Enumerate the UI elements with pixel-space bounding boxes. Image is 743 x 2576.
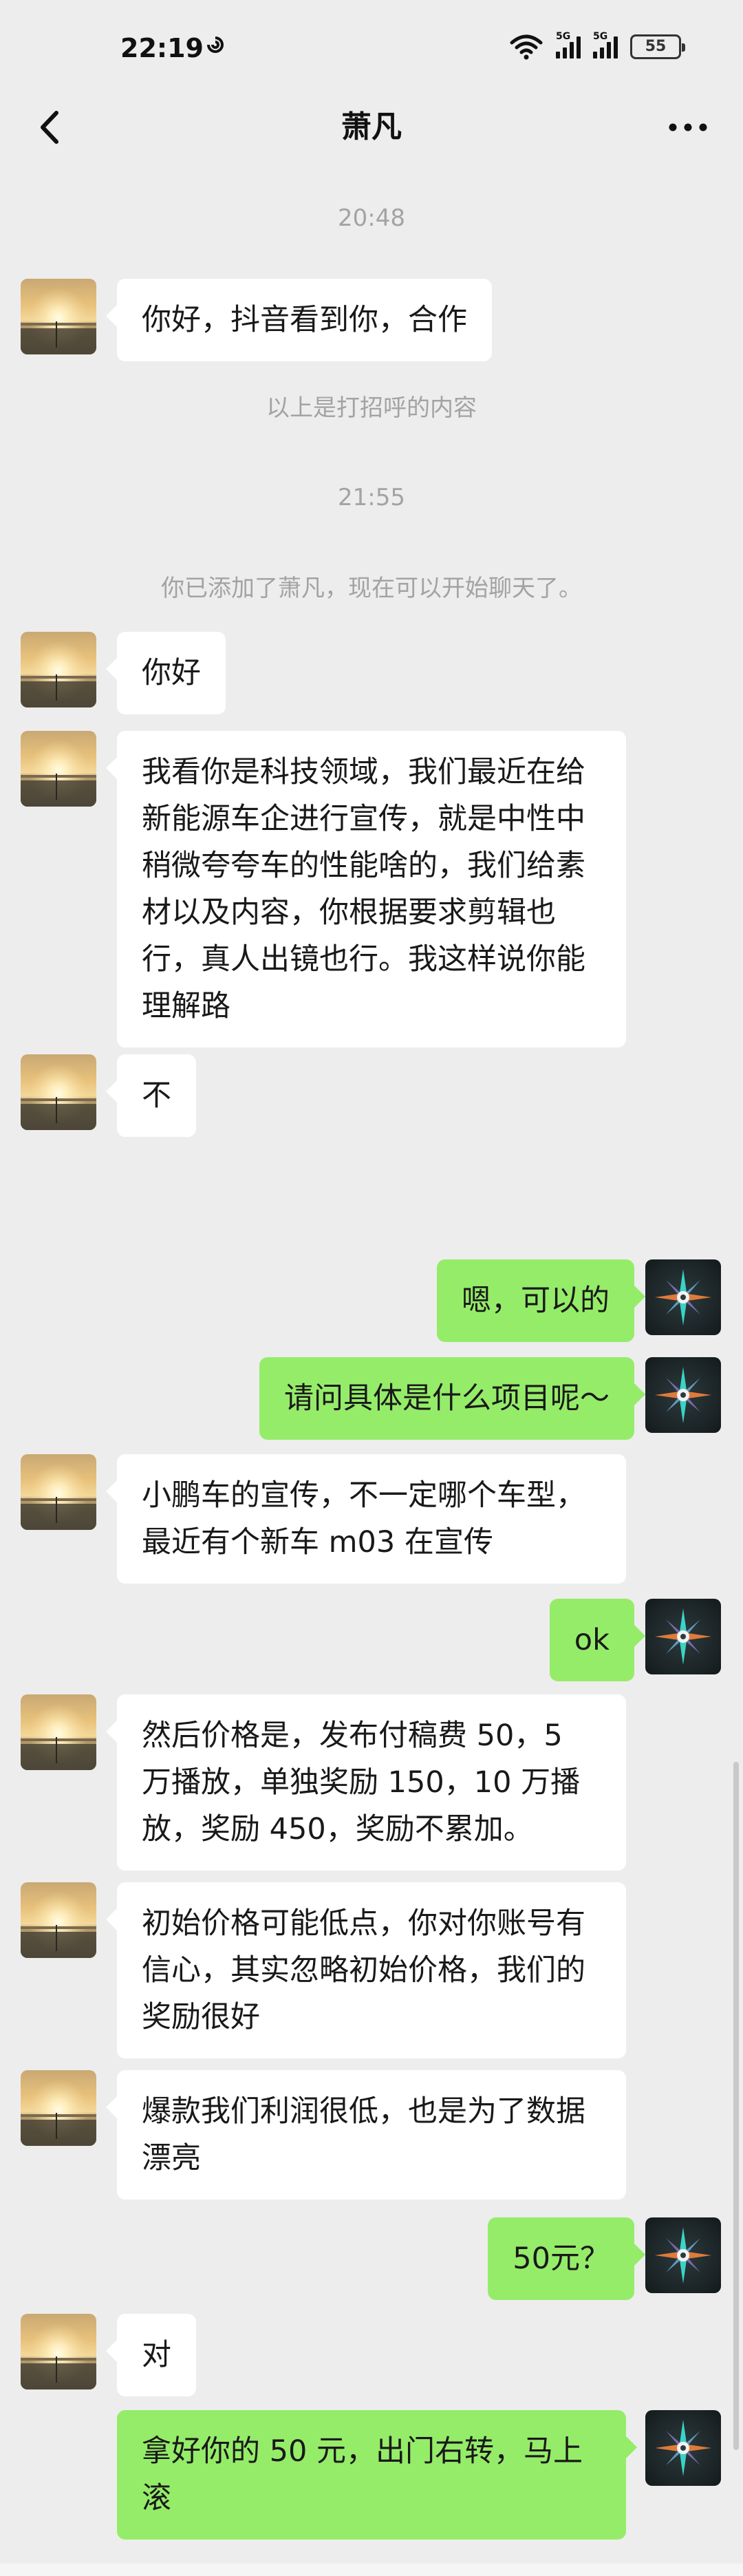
sunset-avatar-image <box>21 1882 96 1958</box>
message-bubble-incoming[interactable]: 爆款我们利润很低，也是为了数据漂亮 <box>106 2070 626 2200</box>
location-icon <box>207 36 224 53</box>
contact-avatar[interactable] <box>21 2070 96 2146</box>
message-bubble-outgoing[interactable]: 50元？ <box>488 2217 645 2300</box>
message-bubble-incoming[interactable]: 对 <box>106 2314 196 2396</box>
message-bubble-outgoing[interactable]: ok <box>549 1599 646 1681</box>
contact-avatar[interactable] <box>21 279 96 354</box>
sunset-avatar-image <box>21 279 96 354</box>
self-avatar[interactable] <box>645 1259 721 1335</box>
sunset-avatar-image <box>21 2070 96 2146</box>
message-bubble-outgoing[interactable]: 拿好你的 50 元，出门右转，马上滚 <box>117 2410 637 2540</box>
sunset-avatar-image <box>21 1694 96 1770</box>
wifi-icon <box>510 34 543 59</box>
bottom-edge <box>0 2564 743 2576</box>
compass-avatar-image <box>645 1599 721 1674</box>
message-bubble-incoming[interactable]: 初始价格可能低点，你对你账号有信心，其实忽略初始价格，我们的奖励很好 <box>106 1882 626 2058</box>
system-note-greeting: 以上是打招呼的内容 <box>266 394 477 422</box>
status-indicators: 5G 5G 55 <box>509 31 685 62</box>
system-note-added: 你已添加了萧凡，现在可以开始聊天了。 <box>161 575 582 602</box>
sunset-avatar-image <box>21 632 96 707</box>
compass-avatar-image <box>645 2410 721 2486</box>
chat-header: 萧凡 <box>0 89 743 165</box>
contact-avatar[interactable] <box>21 1882 96 1958</box>
sunset-avatar-image <box>21 1054 96 1130</box>
message-bubble-outgoing[interactable]: 请问具体是什么项目呢～ <box>259 1357 645 1440</box>
timestamp: 21:55 <box>338 484 405 511</box>
message-bubble-incoming[interactable]: 然后价格是，发布付稿费 50，5 万播放，单独奖励 150，10 万播放，奖励 … <box>106 1694 626 1871</box>
self-avatar[interactable] <box>645 1357 721 1433</box>
cell-signal-2: 5G <box>593 31 618 58</box>
compass-avatar-image <box>645 1259 721 1335</box>
message-bubble-incoming[interactable]: 不 <box>106 1054 196 1137</box>
self-avatar[interactable] <box>645 1599 721 1674</box>
contact-avatar[interactable] <box>21 632 96 707</box>
contact-avatar[interactable] <box>21 1454 96 1530</box>
compass-avatar-image <box>645 2217 721 2293</box>
more-dots-icon[interactable] <box>660 103 715 151</box>
sunset-avatar-image <box>21 1454 96 1530</box>
message-bubble-incoming[interactable]: 你好 <box>106 632 226 714</box>
message-bubble-incoming[interactable]: 你好，抖音看到你，合作 <box>106 279 492 361</box>
timestamp: 20:48 <box>338 204 405 232</box>
message-bubble-outgoing[interactable]: 嗯，可以的 <box>437 1259 645 1342</box>
message-bubble-incoming[interactable]: 我看你是科技领域，我们最近在给新能源车企进行宣传，就是中性中稍微夸夸车的性能啥的… <box>106 731 626 1047</box>
status-time: 22:19 <box>120 33 204 63</box>
contact-avatar[interactable] <box>21 1054 96 1130</box>
contact-avatar[interactable] <box>21 2314 96 2389</box>
sunset-avatar-image <box>21 731 96 807</box>
chat-title: 萧凡 <box>341 109 402 145</box>
message-bubble-incoming[interactable]: 小鹏车的宣传，不一定哪个车型，最近有个新车 m03 在宣传 <box>106 1454 626 1584</box>
self-avatar[interactable] <box>645 2217 721 2293</box>
contact-avatar[interactable] <box>21 731 96 807</box>
sunset-avatar-image <box>21 2314 96 2389</box>
status-bar: 22:19 5G 5G 55 <box>0 0 743 89</box>
compass-avatar-image <box>645 1357 721 1433</box>
self-avatar[interactable] <box>645 2410 721 2486</box>
scrollbar-thumb[interactable] <box>733 1762 739 2450</box>
battery-indicator: 55 <box>630 34 685 59</box>
cell-signal-1: 5G <box>556 31 581 58</box>
contact-avatar[interactable] <box>21 1694 96 1770</box>
